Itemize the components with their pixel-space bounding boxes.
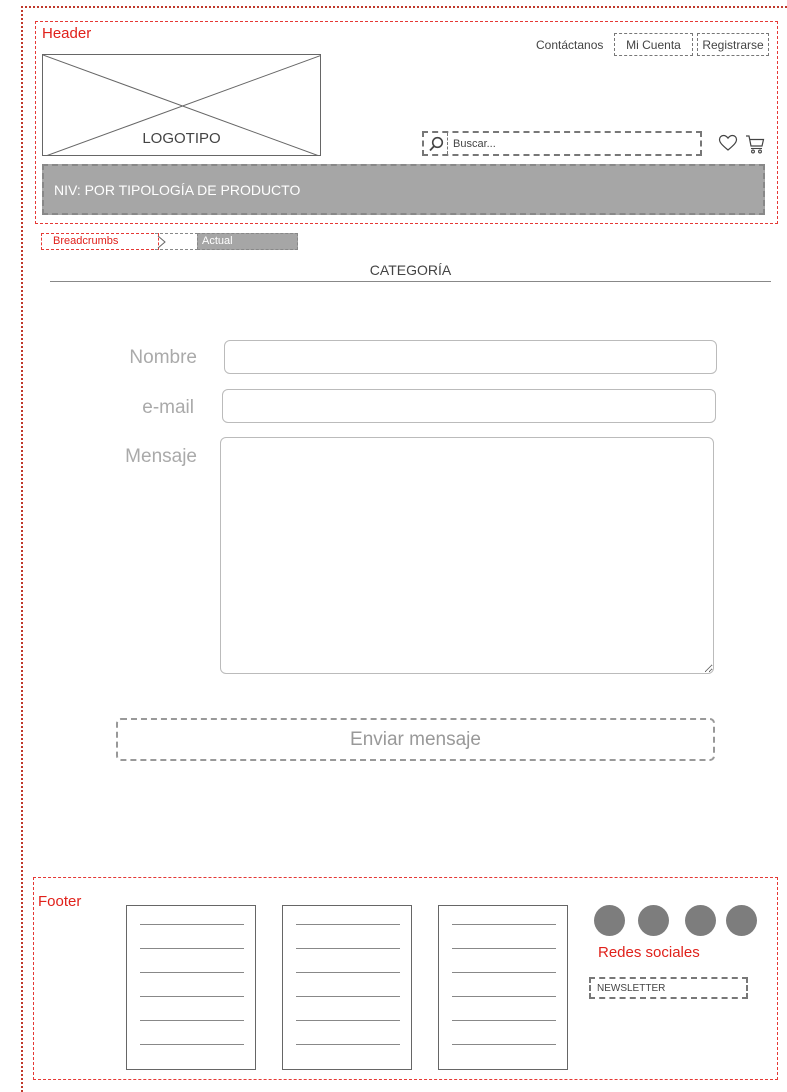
email-label: e-mail: [142, 397, 194, 418]
footer-link-placeholder[interactable]: [452, 924, 556, 925]
email-field[interactable]: [222, 389, 716, 423]
social-icon[interactable]: [726, 905, 757, 936]
message-textarea[interactable]: [220, 437, 714, 674]
footer-link-placeholder[interactable]: [296, 996, 400, 997]
footer-link-placeholder[interactable]: [452, 996, 556, 997]
footer-link-placeholder[interactable]: [452, 1044, 556, 1045]
search-icon[interactable]: [424, 133, 448, 154]
breadcrumb-separator: [155, 233, 203, 250]
social-icon[interactable]: [685, 905, 716, 936]
social-icon[interactable]: [594, 905, 625, 936]
footer-link-placeholder[interactable]: [296, 972, 400, 973]
newsletter-label: NEWSLETTER: [597, 982, 666, 994]
message-label: Mensaje: [125, 446, 197, 467]
footer-link-placeholder[interactable]: [452, 1020, 556, 1021]
breadcrumb-current: Actual: [197, 233, 298, 250]
header-region-label: Header: [42, 25, 92, 42]
chevron-right-icon: [157, 235, 166, 249]
social-icon[interactable]: [638, 905, 669, 936]
send-message-button[interactable]: Enviar mensaje: [116, 718, 715, 761]
social-networks-label: Redes sociales: [598, 944, 700, 961]
logo-placeholder[interactable]: LOGOTIPO: [42, 54, 321, 156]
cart-icon[interactable]: [745, 134, 765, 159]
page-title: CATEGORÍA: [369, 262, 452, 278]
footer-link-placeholder[interactable]: [296, 924, 400, 925]
search-bar: [422, 131, 702, 156]
footer-link-column: [126, 905, 256, 1070]
breadcrumb-link[interactable]: Breadcrumbs: [41, 233, 159, 250]
nav-bar-label: NIV: POR TIPOLOGÍA DE PRODUCTO: [54, 181, 301, 198]
footer-link-placeholder[interactable]: [452, 948, 556, 949]
footer-link-placeholder[interactable]: [296, 948, 400, 949]
contact-link[interactable]: Contáctanos: [536, 37, 603, 53]
footer-link-placeholder[interactable]: [140, 1020, 244, 1021]
footer-link-placeholder[interactable]: [296, 1020, 400, 1021]
page-border-left: [21, 6, 23, 1092]
footer-link-column: [282, 905, 412, 1070]
footer-link-column: [438, 905, 568, 1070]
name-label: Nombre: [129, 347, 197, 368]
footer-link-placeholder[interactable]: [140, 972, 244, 973]
footer-region-label: Footer: [38, 893, 82, 910]
search-input[interactable]: [453, 137, 693, 150]
register-link[interactable]: Registrarse: [697, 33, 769, 56]
footer-link-placeholder[interactable]: [140, 1044, 244, 1045]
footer-link-placeholder[interactable]: [140, 924, 244, 925]
footer-link-placeholder[interactable]: [296, 1044, 400, 1045]
name-field[interactable]: [224, 340, 717, 374]
newsletter-input[interactable]: NEWSLETTER: [589, 977, 748, 999]
title-divider: [50, 281, 771, 282]
logo-text: LOGOTIPO: [142, 130, 221, 147]
product-type-navigation[interactable]: NIV: POR TIPOLOGÍA DE PRODUCTO: [42, 164, 765, 215]
footer-link-placeholder[interactable]: [140, 948, 244, 949]
my-account-link[interactable]: Mi Cuenta: [614, 33, 693, 56]
page-border-top: [21, 6, 787, 8]
heart-icon[interactable]: [718, 134, 738, 157]
footer-link-placeholder[interactable]: [452, 972, 556, 973]
footer-link-placeholder[interactable]: [140, 996, 244, 997]
